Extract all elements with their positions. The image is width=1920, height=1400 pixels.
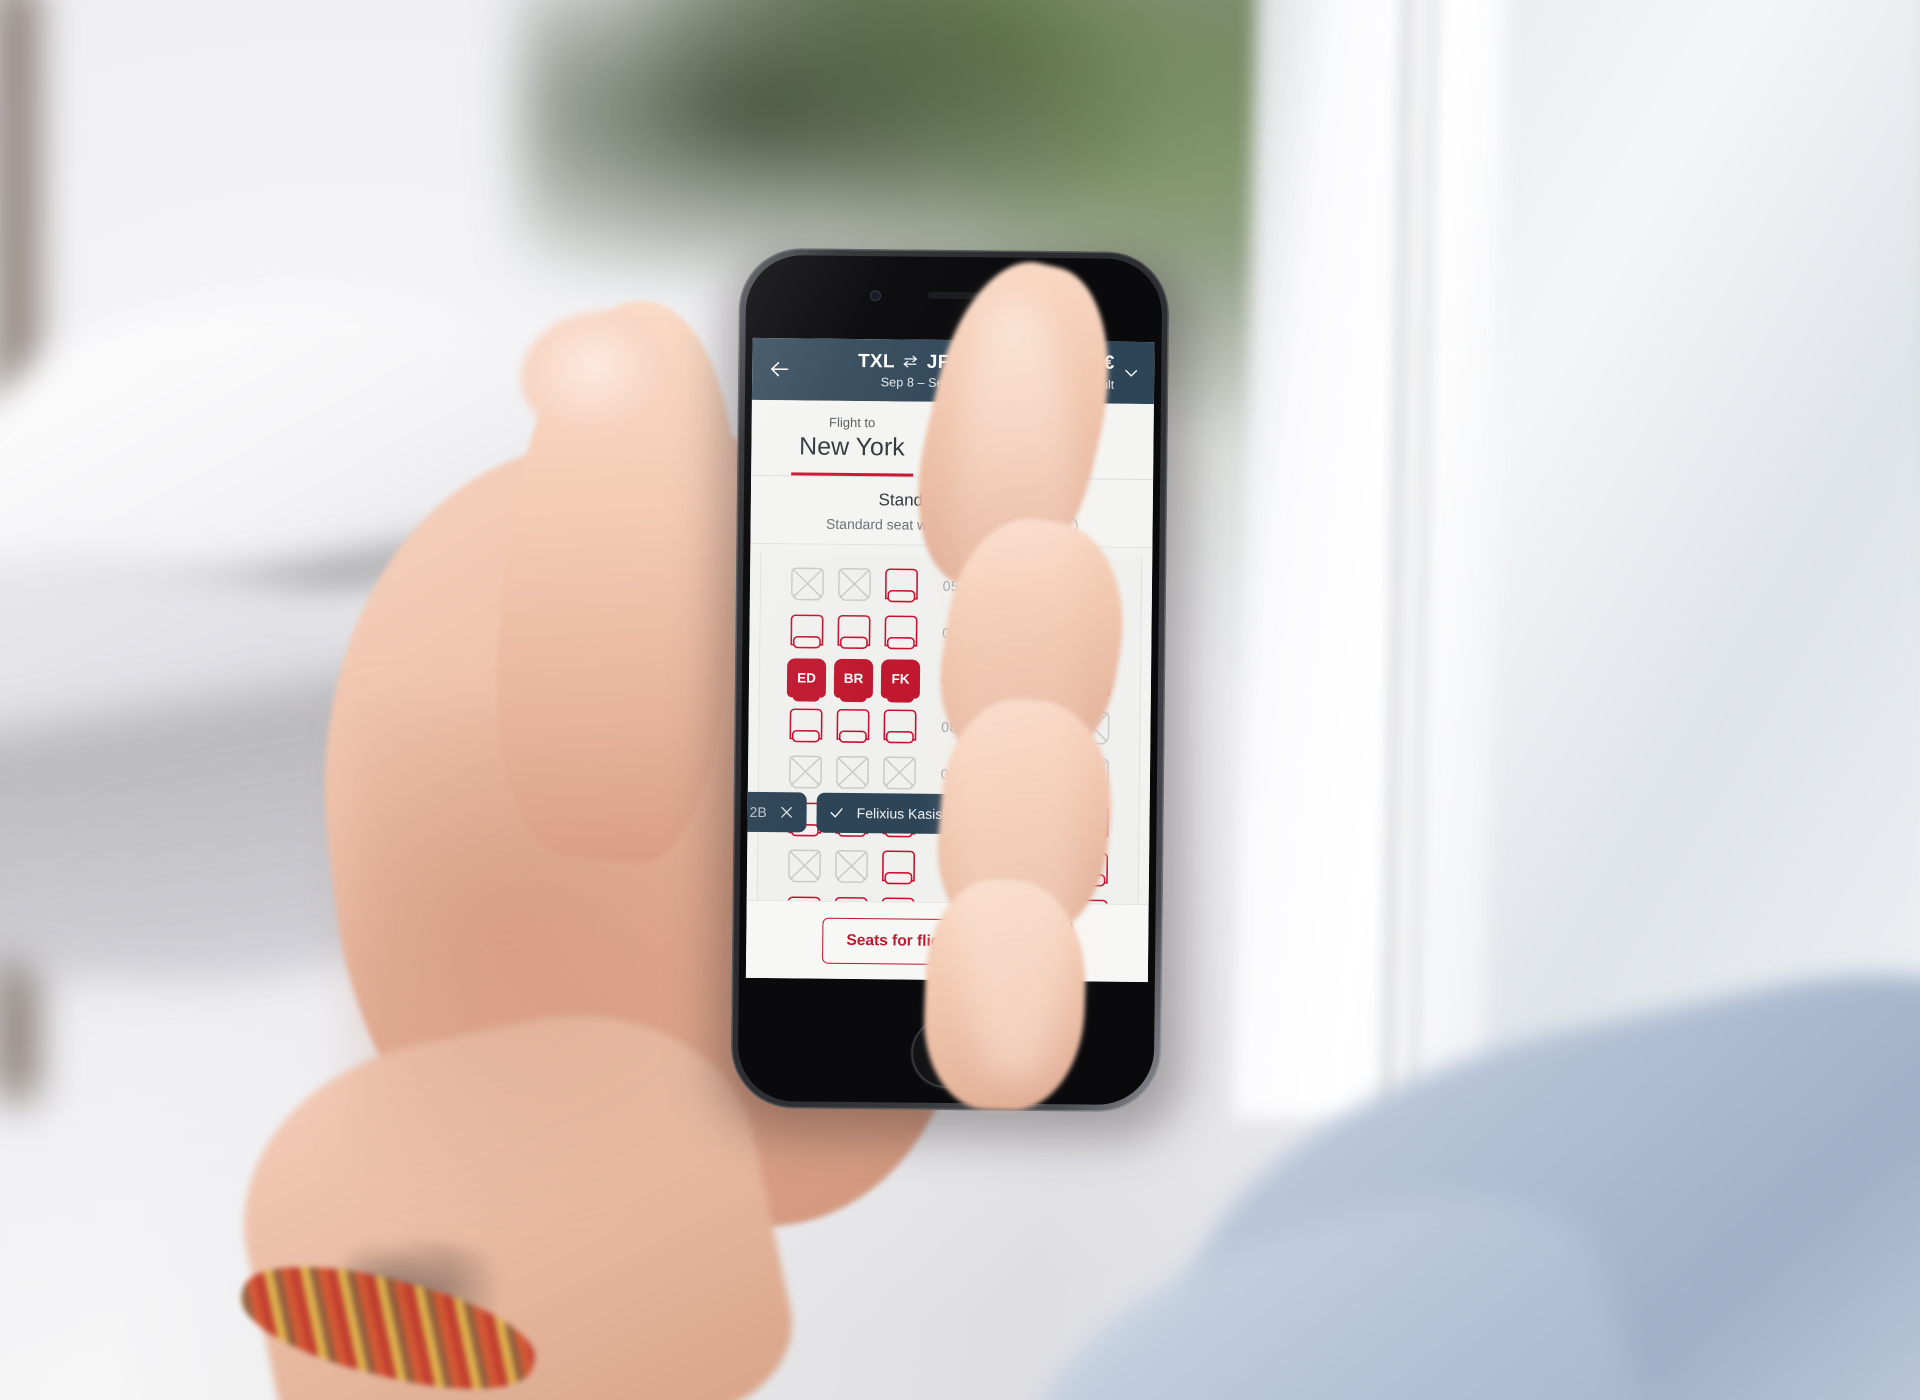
seat-unavailable-05-L1 [835,565,874,604]
passenger-chip-1[interactable]: 2B [746,791,807,833]
seat-selected-07-L2[interactable]: FK [880,659,921,699]
seat-available-icon [884,615,918,650]
seat-selected-07-L0[interactable]: ED [786,658,827,698]
seat-available-08-L2[interactable] [880,706,919,745]
seat-unavailable-icon [791,567,824,601]
seat-available-icon [883,709,917,744]
seat-available-icon [836,708,870,743]
seat-available-05-L2[interactable] [882,565,921,604]
seat-unavailable-icon [836,756,869,789]
origin-airport-code: TXL [857,350,895,372]
background-window-frame [1232,0,1508,1123]
seat-available-icon [790,614,824,649]
seat-unavailable-icon [838,568,871,601]
tab-outbound-city: New York [798,432,905,462]
seat-available-06-L2[interactable] [881,612,920,651]
seat-unavailable-09-L0 [786,752,825,791]
hand-finger-highlight [950,300,1080,1080]
seat-selected-07-L1[interactable]: BR [833,658,874,699]
seat-available-icon [884,568,918,603]
photo-scene: TXL JFK Sep 8 – Sep 11 [0,0,1920,1400]
chevron-down-icon[interactable] [1122,364,1140,382]
front-camera-icon [869,290,882,302]
seat-unavailable-icon [788,849,821,883]
seat-available-08-L1[interactable] [833,706,872,745]
close-icon[interactable] [779,804,795,820]
seat-unavailable-11-L0 [785,846,824,885]
seat-unavailable-11-L1 [832,847,871,886]
seat-unavailable-icon [789,755,822,789]
tab-outbound-label: Flight to [828,415,876,431]
passenger-chip-seat: 2B [749,803,767,821]
seat-available-icon [882,850,916,885]
arrow-left-icon [771,361,789,377]
seat-unavailable-icon [835,850,868,883]
check-icon [830,808,843,818]
seat-available-08-L0[interactable] [786,705,825,744]
seat-available-06-L0[interactable] [787,611,826,650]
seat-unavailable-09-L2 [880,753,919,792]
seat-available-icon [789,708,823,743]
seat-unavailable-icon [883,756,916,790]
background-plant [520,0,1280,280]
seat-unavailable-05-L0 [788,564,827,603]
seat-available-06-L1[interactable] [834,612,873,651]
swap-horizontal-icon [904,355,918,368]
seat-unavailable-09-L1 [833,753,872,792]
seat-available-icon [837,614,871,649]
seat-available-11-L2[interactable] [879,847,918,886]
